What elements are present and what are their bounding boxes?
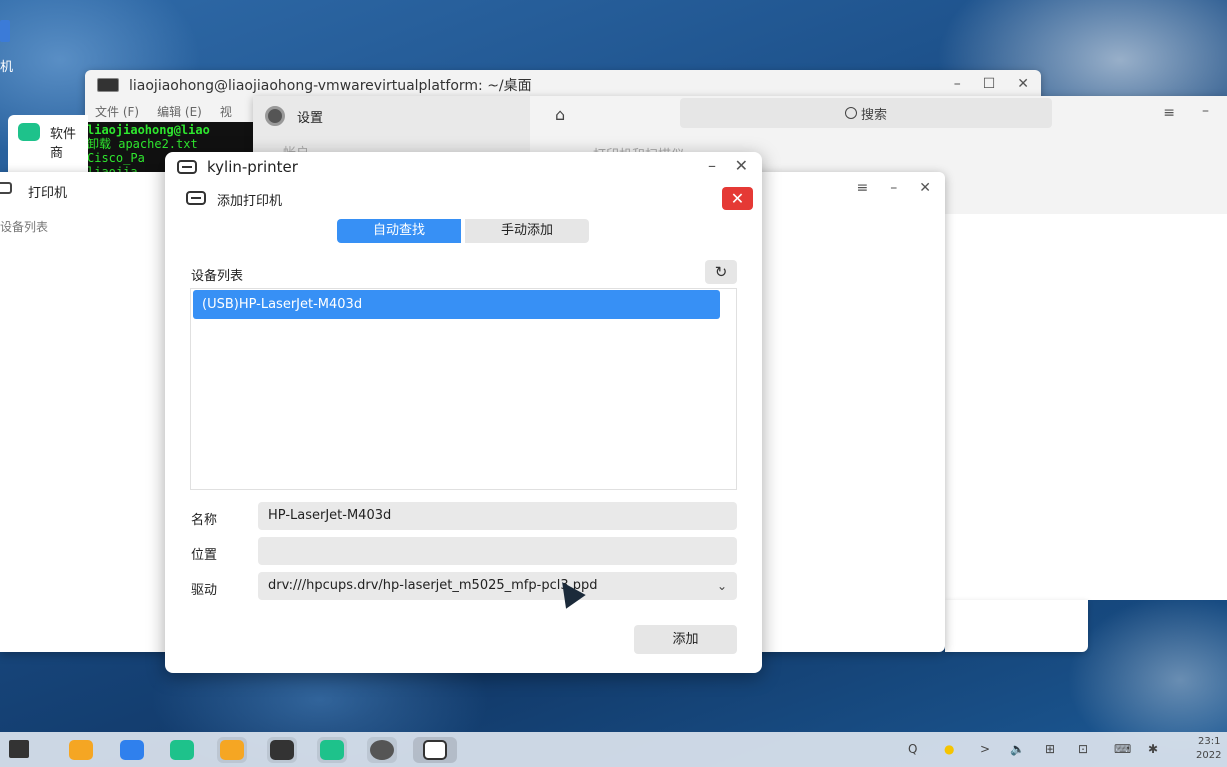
list-item[interactable]: (USB)HP-LaserJet-M403d	[193, 290, 720, 319]
minimize-button[interactable]: –	[954, 76, 961, 92]
driver-value: drv:///hpcups.drv/hp-laserjet_m5025_mfp-…	[268, 578, 598, 593]
software-store-icon	[18, 123, 40, 141]
software-store-window: 软件商	[8, 115, 88, 175]
add-button[interactable]: 添加	[634, 625, 737, 654]
printer-icon	[0, 182, 12, 194]
search-placeholder: 搜索	[860, 107, 887, 123]
terminal-line: 卸载 apache2.txt	[87, 137, 198, 151]
clock-date[interactable]: 2022	[1196, 750, 1221, 761]
close-button[interactable]: ✕	[1017, 76, 1029, 92]
minimize-button[interactable]: –	[708, 156, 716, 175]
settings-content	[945, 214, 1227, 600]
menu-icon[interactable]: ≡	[857, 180, 869, 196]
device-list[interactable]: (USB)HP-LaserJet-M403d	[190, 288, 737, 490]
maximize-button[interactable]: ☐	[983, 76, 996, 92]
terminal-line: liaojiaohong@liao	[87, 123, 210, 137]
dialog-subtitle: 添加打印机	[217, 194, 283, 209]
minimize-button[interactable]: –	[890, 180, 897, 196]
terminal-title: liaojiaohong@liaojiaohong-vmwarevirtualp…	[129, 78, 532, 94]
menu-edit[interactable]: 编辑 (E)	[157, 103, 202, 120]
start-menu-button[interactable]	[4, 737, 34, 763]
close-button[interactable]: ✕	[919, 180, 931, 196]
settings-search-input[interactable]: 搜索	[680, 98, 1052, 128]
minimize-button[interactable]: –	[1202, 103, 1209, 119]
network-icon[interactable]: ⊞	[1045, 742, 1055, 756]
desktop-icon-label: 机	[0, 60, 14, 75]
notification-icon[interactable]: ●	[944, 742, 954, 756]
printer-window-title: 打印机	[28, 186, 68, 201]
desktop-folder-icon[interactable]	[0, 20, 10, 42]
refresh-button[interactable]: ↻	[705, 260, 737, 284]
terminal-icon[interactable]	[267, 737, 297, 763]
name-label: 名称	[191, 513, 218, 528]
software-store-open-icon[interactable]	[317, 737, 347, 763]
printer-taskbar-icon[interactable]	[413, 737, 457, 763]
settings-footer	[945, 600, 1088, 652]
file-manager-icon[interactable]	[66, 737, 96, 763]
dialog-app-title: kylin-printer	[207, 158, 298, 176]
settings-icon[interactable]	[367, 737, 397, 763]
menu-icon[interactable]: ≡	[1163, 105, 1175, 121]
chevron-down-icon[interactable]: ⌄	[717, 572, 727, 600]
driver-label: 驱动	[191, 583, 218, 598]
menu-view[interactable]: 视	[220, 103, 232, 120]
display-icon[interactable]: ⊡	[1078, 742, 1088, 756]
home-icon[interactable]: ⌂	[555, 105, 565, 124]
clock-time[interactable]: 23:1	[1198, 736, 1220, 747]
volume-icon[interactable]: 🔈	[1010, 742, 1025, 756]
terminal-icon	[97, 78, 119, 92]
add-printer-dialog: kylin-printer – ✕ 添加打印机 ✕ 自动查找 手动添加 设备列表…	[165, 152, 762, 673]
close-button[interactable]: ✕	[735, 156, 748, 175]
taskbar: Q ● > 🔈 ⊞ ⊡ ⌨ ✱ 23:1 2022	[0, 732, 1227, 767]
software-store-title: 软件商	[50, 127, 77, 161]
location-label: 位置	[191, 548, 218, 563]
add-printer-icon	[186, 191, 206, 205]
tab-auto-search[interactable]: 自动查找	[337, 219, 461, 243]
driver-select[interactable]: drv:///hpcups.drv/hp-laserjet_m5025_mfp-…	[258, 572, 737, 600]
dialog-titlebar[interactable]: kylin-printer – ✕	[165, 152, 762, 182]
refresh-icon: ↻	[714, 263, 728, 281]
bluetooth-icon[interactable]: ✱	[1148, 742, 1158, 756]
name-field[interactable]: HP-LaserJet-M403d	[258, 502, 737, 530]
keyboard-icon[interactable]: ⌨	[1114, 742, 1131, 756]
device-list-heading: 设备列表	[0, 220, 49, 234]
close-dialog-button[interactable]: ✕	[722, 187, 753, 210]
search-icon	[844, 107, 857, 119]
menu-file[interactable]: 文件 (F)	[95, 103, 139, 120]
location-field[interactable]	[258, 537, 737, 565]
software-store-icon[interactable]	[167, 737, 197, 763]
tab-manual-add[interactable]: 手动添加	[465, 219, 589, 243]
settings-gear-icon	[265, 106, 285, 126]
settings-title: 设置	[297, 111, 324, 126]
printer-app-icon	[177, 160, 197, 174]
search-icon[interactable]: Q	[908, 742, 917, 756]
device-list-label: 设备列表	[191, 269, 244, 284]
expand-tray-icon[interactable]: >	[980, 742, 990, 756]
wps-office-icon[interactable]	[117, 737, 147, 763]
file-manager-open-icon[interactable]	[217, 737, 247, 763]
